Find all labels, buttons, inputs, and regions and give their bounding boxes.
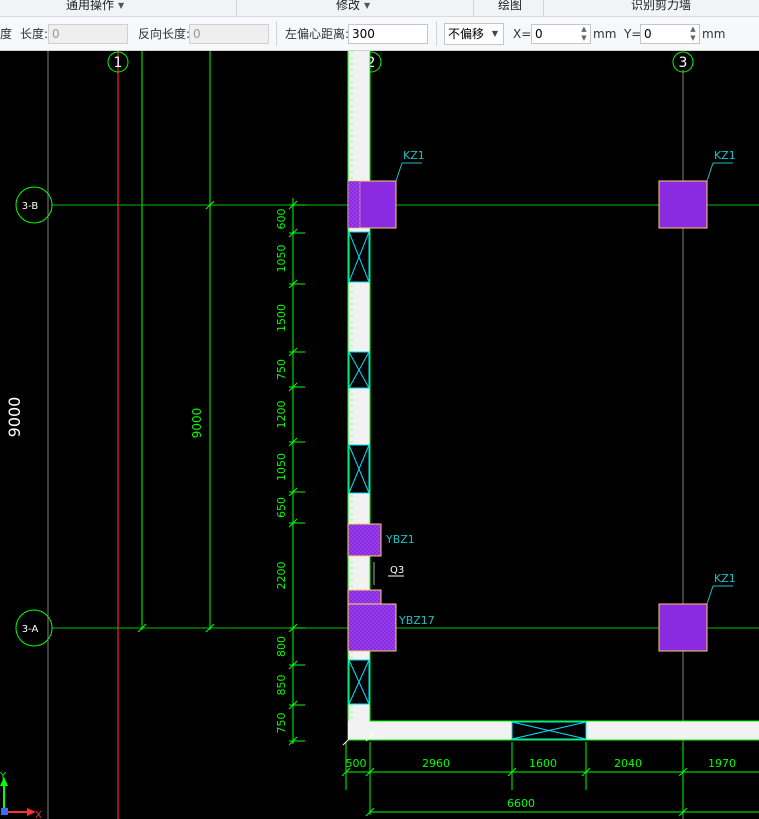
length-label: 长度: xyxy=(20,27,49,41)
bottom-dimension-chain: 500 2960 1600 2040 1970 6600 xyxy=(341,742,759,817)
overall-dim-inner: 9000 xyxy=(190,408,204,439)
ucs-axis-icon: Y X xyxy=(0,771,42,819)
wall-segment-dim: 1050 xyxy=(275,453,288,481)
x-unit: mm xyxy=(593,27,617,41)
menu-divider xyxy=(473,0,474,16)
kz1-label: KZ1 xyxy=(714,149,736,162)
property-toolbar: 度 长度: 0 反向长度: 0 左偏心距离: 300 不偏移 ▼ X= 0 ▲ ▼… xyxy=(0,17,759,51)
wall-segment-dim: 2200 xyxy=(275,562,288,590)
ucs-x-label: X xyxy=(35,810,42,819)
chevron-down-icon: ▼ xyxy=(118,0,125,10)
column-ybz17[interactable]: YBZ17 xyxy=(347,589,435,652)
wall-segment-dim: 1500 xyxy=(275,304,288,332)
ybz17-label: YBZ17 xyxy=(398,614,435,627)
axis-bubble-3b: 3-B xyxy=(15,186,53,224)
reverse-length-input[interactable]: 0 xyxy=(189,24,269,44)
x-label: X= xyxy=(513,27,532,41)
left-offset-input[interactable]: 300 xyxy=(348,24,428,44)
axis-bubble-3a: 3-A xyxy=(15,609,53,647)
menu-divider xyxy=(543,0,544,16)
y-unit: mm xyxy=(702,27,726,41)
bottom-dim-text: 2960 xyxy=(422,757,450,770)
bottom-dim-text: 1600 xyxy=(529,757,557,770)
axis-label-3b: 3-B xyxy=(22,201,39,212)
reverse-length-label: 反向长度: xyxy=(138,27,191,41)
cut-label: 度 xyxy=(0,27,13,41)
offset-mode-value: 不偏移 xyxy=(448,27,485,41)
ribbon-group-bar: 通用操作 ▼ 修改 ▼ 绘图 识别剪力墙 xyxy=(0,0,759,17)
lintel-q3[interactable]: Q3 xyxy=(373,562,404,585)
spin-arrows-icon[interactable]: ▲ ▼ xyxy=(580,25,588,43)
axis-bubble-3: 3 xyxy=(672,51,694,73)
x-spinbox[interactable]: 0 ▲ ▼ xyxy=(531,24,591,44)
y-label: Y= xyxy=(624,27,642,41)
ucs-y-label: Y xyxy=(0,771,7,782)
axis-bubble-1: 1 xyxy=(107,51,129,73)
bottom-total-dim: 6600 xyxy=(507,797,535,810)
dropdown-arrow-icon: ▼ xyxy=(491,29,498,38)
length-input[interactable]: 0 xyxy=(48,24,128,44)
axis-label-1: 1 xyxy=(114,55,123,71)
recognize-wall-group[interactable]: 识别剪力墙 xyxy=(631,0,691,13)
wall-segment-dim: 750 xyxy=(275,713,288,734)
ybz1-label: YBZ1 xyxy=(385,533,415,546)
chevron-down-icon: ▼ xyxy=(364,0,371,10)
bottom-dim-text: 2040 xyxy=(614,757,642,770)
axis-label-3: 3 xyxy=(679,55,688,71)
offset-mode-select[interactable]: 不偏移 ▼ xyxy=(444,23,504,45)
bottom-dim-text: 500 xyxy=(346,757,367,770)
shear-wall-horizontal[interactable] xyxy=(348,720,759,741)
toolbar-divider xyxy=(276,21,277,46)
axis-lines xyxy=(47,51,759,819)
column-kz1-top-right[interactable]: KZ1 xyxy=(658,149,736,229)
column-ybz1[interactable]: YBZ1 xyxy=(347,523,415,557)
kz1-label: KZ1 xyxy=(403,149,425,162)
wall-segment-dim: 800 xyxy=(275,636,288,657)
draw-label: 绘图 xyxy=(498,0,523,12)
overall-dim-left: 9000 xyxy=(5,397,24,438)
bottom-dim-text: 1970 xyxy=(708,757,736,770)
menu-divider xyxy=(236,0,237,16)
wall-segment-dim: 1200 xyxy=(275,401,288,429)
wall-segment-dim: 650 xyxy=(275,497,288,518)
wall-segment-dim: 750 xyxy=(275,359,288,380)
wall-segment-dim: 850 xyxy=(275,675,288,696)
general-ops-label: 通用操作 xyxy=(66,0,115,12)
wall-segment-dim: 1050 xyxy=(275,245,288,273)
left-offset-label: 左偏心距离: xyxy=(285,27,350,41)
y-spinbox[interactable]: 0 ▲ ▼ xyxy=(640,24,700,44)
drawing-canvas[interactable]: 1 2 3 3-B 3-A 9000 9000 KZ1 KZ1 KZ1 YBZ1… xyxy=(0,51,759,819)
general-ops-group[interactable]: 通用操作 ▼ xyxy=(66,0,124,13)
kz1-label: KZ1 xyxy=(714,572,736,585)
modify-label: 修改 xyxy=(336,0,361,12)
x-value: 0 xyxy=(535,27,543,41)
spin-arrows-icon[interactable]: ▲ ▼ xyxy=(689,25,697,43)
vertical-dimension-chain: 600 1050 1500 750 1200 1050 650 2200 800 850 750 xyxy=(275,198,305,746)
modify-group[interactable]: 修改 ▼ xyxy=(336,0,370,13)
y-value: 0 xyxy=(644,27,652,41)
q3-label: Q3 xyxy=(390,565,404,576)
axis-label-3a: 3-A xyxy=(22,624,39,635)
toolbar-divider xyxy=(436,21,437,46)
recognize-wall-label: 识别剪力墙 xyxy=(631,0,692,12)
draw-group[interactable]: 绘图 xyxy=(498,0,522,13)
wall-segment-dim: 600 xyxy=(275,209,288,230)
column-kz1-bottom-right[interactable]: KZ1 xyxy=(658,572,736,652)
